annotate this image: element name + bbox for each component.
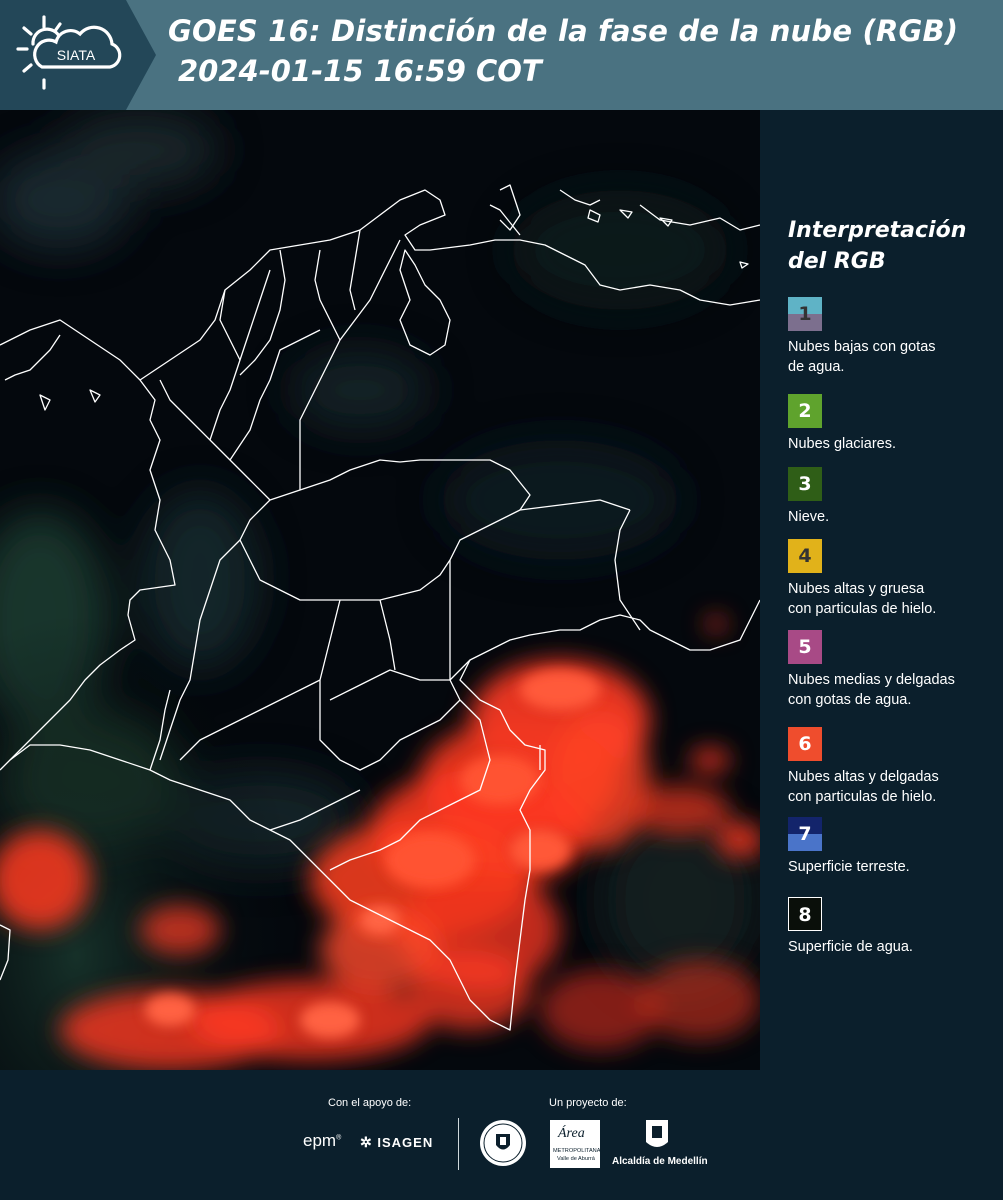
legend-label-line: Nubes medias y delgadas [788,672,955,688]
legend-item-6: 6 Nubes altas y delgadas con particulas de… [788,727,993,807]
legend-label-1: Nubes bajas con gotas de agua. [788,337,993,377]
legend-label-3: Nieve. [788,507,993,527]
legend-label-7: Superficie terreste. [788,857,993,877]
project-label: Un proyecto de: [549,1097,627,1109]
legend-swatch-6: 6 [788,727,822,761]
support-label: Con el apoyo de: [328,1097,412,1109]
seal-logo [478,1118,528,1168]
legend-item-8: 8 Superficie de agua. [788,897,993,957]
legend-item-1: 1 Nubes bajas con gotas de agua. [788,297,993,377]
header-bar: SIATA GOES 16: Distinción de la fase de … [0,0,1003,110]
legend-label-line: Nubes altas y delgadas [788,769,939,785]
isagen-logo-text: ISAGEN [377,1135,434,1150]
legend-label-4: Nubes altas y gruesa con particulas de hi… [788,579,993,619]
footer-divider [458,1118,459,1170]
legend-label-line: con particulas de hielo. [788,601,937,617]
legend-label-line: Nubes altas y gruesa [788,581,925,597]
legend-label-line: con gotas de agua. [788,692,912,708]
legend-label-line: Superficie terreste. [788,859,910,875]
legend-title-line1: Interpretación [788,218,967,243]
legend-label-line: Nieve. [788,509,830,525]
isagen-logo: ✲ ISAGEN [360,1134,433,1151]
legend-label-line: Nubes bajas con gotas [788,339,936,355]
legend-item-5: 5 Nubes medias y delgadas con gotas de agu… [788,630,993,710]
alcaldia-medellin-logo: Alcaldía de Medellín [612,1118,708,1170]
alcaldia-logo-text: Alcaldía de Medellín [612,1156,708,1167]
area-logo-main: Área [558,1126,585,1141]
legend-label-line: con particulas de hielo. [788,789,937,805]
epm-logo-text: epm [303,1131,337,1150]
legend-swatch-7: 7 [788,817,822,851]
area-logo-sub2: Valle de Aburrá [557,1156,595,1162]
epm-logo: epm® [303,1131,342,1150]
legend-swatch-2: 2 [788,394,822,428]
page-title: GOES 16: Distinción de la fase de la nub… [168,14,959,48]
legend-item-7: 7 Superficie terreste. [788,817,993,877]
legend-swatch-1: 1 [788,297,822,331]
legend-label-2: Nubes glaciares. [788,434,993,454]
legend-title-line2: del RGB [788,249,886,274]
legend-item-4: 4 Nubes altas y gruesa con particulas de h… [788,539,993,619]
legend-item-2: 2 Nubes glaciares. [788,394,993,454]
siata-logo: SIATA [0,0,160,110]
siata-logo-text: SIATA [57,47,96,63]
legend-swatch-8: 8 [788,897,822,931]
legend-label-line: Nubes glaciares. [788,436,896,452]
legend-swatch-5: 5 [788,630,822,664]
legend-label-5: Nubes medias y delgadas con gotas de agua… [788,670,993,710]
legend-label-6: Nubes altas y delgadas con particulas de … [788,767,993,807]
area-logo-sub1: METROPOLITANA [553,1148,601,1154]
legend-swatch-3: 3 [788,467,822,501]
satellite-map [0,110,760,1070]
legend-swatch-4: 4 [788,539,822,573]
isagen-icon: ✲ [360,1134,373,1150]
legend-title: Interpretación del RGB [788,215,993,277]
footer: Con el apoyo de: Un proyecto de: epm® ✲ … [0,1070,1003,1200]
legend-label-8: Superficie de agua. [788,937,993,957]
legend-label-line: Superficie de agua. [788,939,913,955]
legend-label-line: de agua. [788,359,845,375]
area-metropolitana-logo: Área METROPOLITANA Valle de Aburrá [550,1120,600,1168]
legend-item-3: 3 Nieve. [788,467,993,527]
rgb-legend: Interpretación del RGB 1 Nubes bajas con … [788,215,993,955]
image-datetime: 2024-01-15 16:59 COT [178,54,542,88]
